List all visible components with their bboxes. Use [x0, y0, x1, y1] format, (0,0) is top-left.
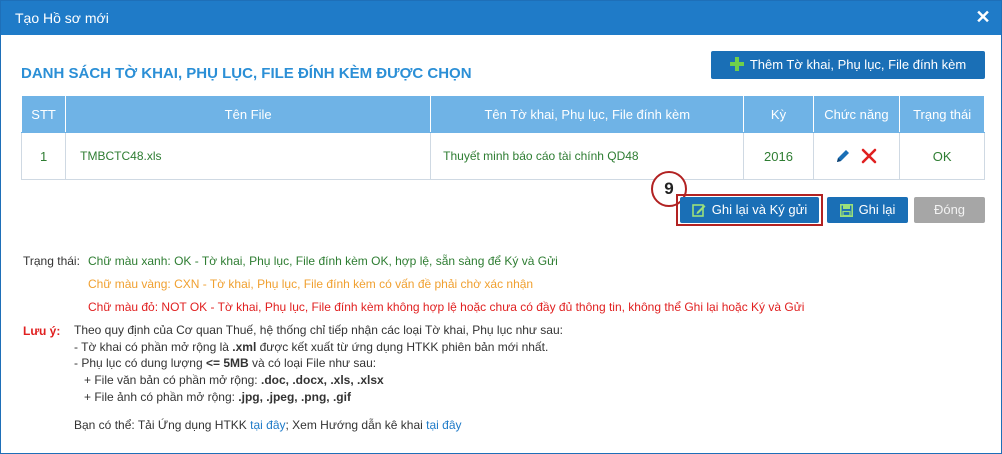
- notes-line-4-ext: .jpg, .jpeg, .png, .gif: [238, 390, 351, 404]
- col-actions: Chức năng: [812, 95, 901, 133]
- notes-label: Lưu ý:: [23, 324, 61, 338]
- dialog-title: Tạo Hồ sơ mới: [15, 10, 109, 26]
- save-and-sign-button[interactable]: Ghi lại và Ký gửi: [680, 197, 819, 223]
- col-stt: STT: [20, 95, 67, 133]
- notes-line-1: - Tờ khai có phần mở rộng là .xml được k…: [74, 340, 548, 354]
- close-button[interactable]: Đóng: [914, 197, 985, 223]
- download-note-text: Bạn có thể: Tải Ứng dụng HTKK: [74, 418, 251, 432]
- col-declaration-name: Tên Tờ khai, Phụ lục, File đính kèm: [430, 95, 745, 133]
- delete-x-icon[interactable]: [860, 147, 878, 165]
- row-status: OK: [899, 132, 985, 180]
- save-label: Ghi lại: [858, 202, 896, 217]
- save-button[interactable]: Ghi lại: [827, 197, 908, 223]
- row-stt: 1: [20, 132, 67, 180]
- table-row: 1 TMBCTC48.xls Thuyết minh báo cáo tài c…: [20, 132, 985, 180]
- row-file-name: TMBCTC48.xls: [65, 132, 432, 180]
- row-actions: [812, 132, 901, 180]
- row-declaration-name: Thuyết minh báo cáo tài chính QD48: [430, 132, 745, 180]
- notes-line-3: + File văn bản có phần mở rộng: .doc, .d…: [84, 373, 384, 387]
- plus-icon: [729, 57, 744, 71]
- legend-green: Chữ màu xanh: OK - Tờ khai, Phụ lục, Fil…: [88, 254, 558, 268]
- add-declaration-button[interactable]: Thêm Tờ khai, Phụ lục, File đính kèm: [711, 51, 985, 79]
- dialog-title-bar: Tạo Hồ sơ mới ✕: [1, 1, 1001, 35]
- notes-line-1-text: - Tờ khai có phần mở rộng là: [74, 340, 233, 354]
- notes-line-4-text: + File ảnh có phần mở rộng:: [84, 390, 239, 404]
- col-period: Kỳ: [743, 95, 814, 133]
- notes-line-3-ext: .doc, .docx, .xls, .xlsx: [260, 373, 384, 387]
- notes-line-2: - Phụ lục có dung lượng <= 5MB và có loạ…: [74, 356, 376, 370]
- guide-note-text: ; Xem Hướng dẫn kê khai: [285, 418, 427, 432]
- notes-line-2-rest: và có loại File như sau:: [248, 356, 377, 370]
- declaration-guide-link[interactable]: tại đây: [426, 418, 461, 432]
- add-declaration-label: Thêm Tờ khai, Phụ lục, File đính kèm: [749, 57, 967, 72]
- files-table: STT Tên File Tên Tờ khai, Phụ lục, File …: [20, 95, 985, 180]
- edit-sign-icon: [691, 200, 706, 226]
- row-period: 2016: [743, 132, 814, 180]
- download-note: Bạn có thể: Tải Ứng dụng HTKK tại đây; X…: [74, 418, 462, 432]
- notes-line-3-text: + File văn bản có phần mở rộng:: [84, 373, 261, 387]
- legend-red: Chữ màu đỏ: NOT OK - Tờ khai, Phụ lục, F…: [88, 300, 805, 314]
- table-header-row: STT Tên File Tên Tờ khai, Phụ lục, File …: [20, 95, 985, 133]
- notes-intro: Theo quy định của Cơ quan Thuế, hệ thống…: [74, 323, 563, 337]
- col-file-name: Tên File: [65, 95, 432, 133]
- close-icon[interactable]: ✕: [973, 7, 993, 27]
- download-htkk-link[interactable]: tại đây: [250, 418, 285, 432]
- col-status: Trạng thái: [899, 95, 985, 133]
- section-heading: DANH SÁCH TỜ KHAI, PHỤ LỤC, FILE ĐÍNH KÈ…: [21, 65, 472, 82]
- create-dossier-dialog: Tạo Hồ sơ mới ✕ DANH SÁCH TỜ KHAI, PHỤ L…: [0, 0, 1002, 454]
- save-icon: [839, 200, 853, 226]
- legend-yellow: Chữ màu vàng: CXN - Tờ khai, Phụ lục, Fi…: [88, 277, 534, 291]
- save-and-sign-label: Ghi lại và Ký gửi: [711, 202, 808, 217]
- pencil-icon[interactable]: [834, 147, 852, 165]
- notes-line-2-size: <= 5MB: [205, 356, 249, 370]
- notes-line-2-text: - Phụ lục có dung lượng: [74, 356, 206, 370]
- notes-line-1-rest: được kết xuất từ ứng dụng HTKK phiên bản…: [256, 340, 549, 354]
- status-legend-label: Trạng thái:: [23, 254, 80, 268]
- notes-line-1-ext: .xml: [232, 340, 257, 354]
- notes-line-4: + File ảnh có phần mở rộng: .jpg, .jpeg,…: [84, 390, 351, 404]
